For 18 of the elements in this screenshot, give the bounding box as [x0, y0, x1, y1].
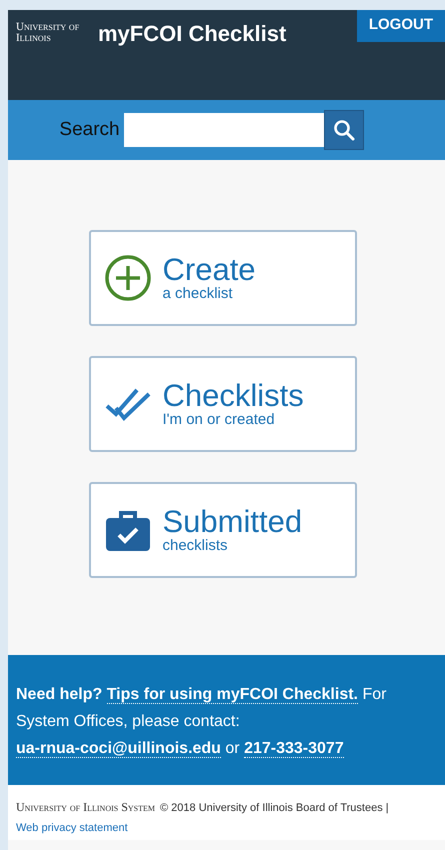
- system-logo: University of Illinois System: [16, 799, 155, 816]
- logout-button[interactable]: LOGOUT: [356, 10, 445, 42]
- app-title: myFCOI Checklist: [98, 21, 286, 47]
- plus-circle-icon: [102, 254, 152, 302]
- university-logo: University of Illinois: [16, 22, 80, 44]
- action-card[interactable]: Checklists I'm on or created: [88, 356, 356, 452]
- copyright-text: © 2018 University of Illinois Board of Trustees |: [160, 801, 389, 816]
- help-text: Need help? Tips for using myFCOI Checklist. For System Offices, please contact: ua-rnua-coci@uillinois.edu or 217-333-3077: [16, 685, 388, 760]
- search-button[interactable]: [324, 110, 364, 150]
- search-field[interactable]: [124, 113, 324, 147]
- phone-link[interactable]: 217-333-3077: [244, 740, 344, 758]
- action-card[interactable]: Submitted checklists: [88, 482, 356, 578]
- search-label: Search: [59, 119, 120, 141]
- privacy-link[interactable]: Web privacy statement: [16, 818, 128, 838]
- action-card[interactable]: Create a checklist: [88, 230, 356, 326]
- search-icon: [332, 118, 356, 142]
- email-link[interactable]: ua-rnua-coci@uillinois.edu: [16, 740, 221, 758]
- tips-link[interactable]: Tips for using myFCOI Checklist.: [106, 686, 358, 704]
